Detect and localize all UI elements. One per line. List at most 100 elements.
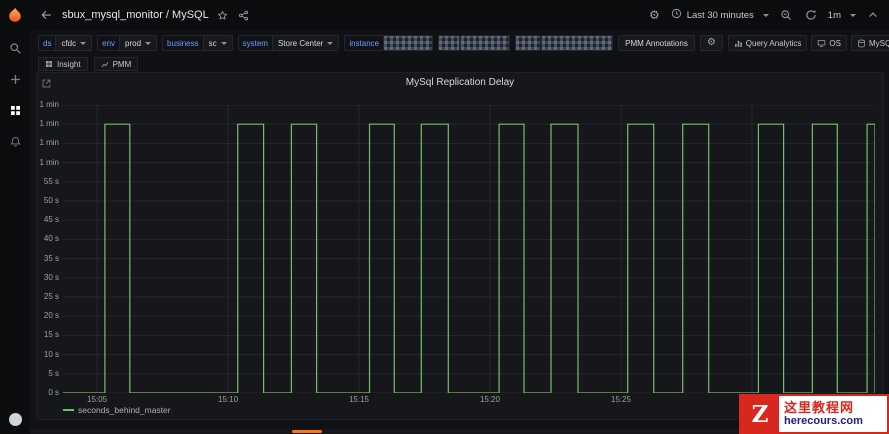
refresh-icon[interactable]: [803, 7, 819, 23]
analytics-icon: [734, 39, 743, 48]
grafana-logo[interactable]: [5, 6, 25, 26]
variable-label: system: [237, 35, 272, 51]
dashboard-link-pmm[interactable]: PMM: [93, 57, 139, 71]
dashboard-link-label: PMM: [112, 59, 132, 69]
refresh-interval-label: 1m: [827, 9, 841, 21]
watermark-logo: Z: [741, 396, 779, 432]
gear-icon: ⚙: [706, 37, 716, 48]
share-icon[interactable]: [236, 8, 251, 23]
annotations-settings-button[interactable]: ⚙: [699, 35, 723, 51]
pmm-annotations-button[interactable]: PMM Annotations: [618, 35, 695, 51]
alerting-bell-icon[interactable]: [4, 132, 26, 150]
dashboard-link-insight[interactable]: Insight: [38, 57, 88, 71]
watermark-logo-letter: Z: [751, 400, 769, 428]
scrollbar-thumb[interactable]: [292, 430, 322, 433]
y-axis-tick-label: 20 s: [43, 311, 59, 321]
dashboard-link-label: Insight: [57, 59, 81, 69]
zoom-out-icon[interactable]: [778, 7, 794, 23]
variable-instance: instance: [344, 35, 434, 51]
panel-title[interactable]: MySql Replication Delay: [37, 77, 883, 88]
variable-ds: ds cfdc: [38, 35, 93, 51]
x-axis-tick-label: 15:15: [348, 395, 369, 404]
variable-value-dropdown[interactable]: sc: [202, 35, 233, 51]
time-range-label: Last 30 minutes: [686, 9, 754, 21]
dashboard-title[interactable]: sbux_mysql_monitor / MySQL: [62, 9, 209, 21]
y-axis-tick-label: 5 s: [48, 368, 59, 378]
y-axis-tick-label: 0 s: [48, 388, 59, 397]
gear-icon: ⚙: [648, 8, 660, 22]
grafana-dashboard-page: sbux_mysql_monitor / MySQL ⚙ Last 30 min…: [0, 0, 889, 434]
y-axis-tick-label: 40 s: [43, 234, 59, 244]
dashboard-settings-gear-icon[interactable]: ⚙: [647, 7, 662, 23]
chevron-down-icon: [145, 41, 152, 45]
legend-series-name[interactable]: seconds_behind_master: [78, 405, 171, 415]
quick-link-mysql[interactable]: MySQL: [850, 35, 889, 51]
variable-label: business: [162, 35, 203, 51]
sidebar: [0, 0, 30, 434]
variable-value-dropdown[interactable]: [383, 35, 434, 51]
variable-label: [438, 35, 461, 51]
variable-redacted: [438, 35, 511, 51]
y-axis-tick-label: 25 s: [43, 292, 59, 301]
variable-value-dropdown[interactable]: Store Center: [271, 35, 340, 51]
variable-value-dropdown[interactable]: cfdc: [55, 35, 93, 51]
y-axis-tick-label: 35 s: [43, 253, 59, 263]
variable-value-dropdown[interactable]: prod: [119, 35, 158, 51]
user-avatar[interactable]: [4, 410, 26, 428]
variable-redacted: [515, 35, 614, 51]
watermark-site-text: herecours.com: [784, 415, 863, 427]
quick-link-query-analytics[interactable]: Query Analytics: [727, 35, 808, 51]
y-axis-tick-label: 30 s: [43, 272, 59, 282]
back-arrow-button[interactable]: [38, 7, 54, 23]
x-axis-tick-label: 15:25: [610, 395, 631, 404]
x-axis-tick-label: 15:05: [87, 395, 108, 404]
time-range-picker[interactable]: Last 30 minutes: [671, 8, 769, 22]
pmm-annotations-label: PMM Annotations: [625, 38, 688, 48]
y-axis-tick-label: 1 min: [39, 138, 59, 148]
variable-label: instance: [344, 35, 384, 51]
variable-system: system Store Center: [237, 35, 340, 51]
chevron-down-icon: [762, 13, 769, 17]
grid-icon: [45, 60, 53, 68]
chart-plot[interactable]: [63, 105, 875, 393]
variable-value-dropdown[interactable]: [541, 35, 614, 51]
refresh-interval-picker[interactable]: 1m: [828, 10, 856, 21]
variable-label: ds: [38, 35, 56, 51]
quick-links: Query AnalyticsOSMySQLMongoDBHACloud: [727, 35, 889, 51]
x-axis-tick-label: 15:10: [218, 395, 239, 404]
watermark-cn-text: 这里教程网: [784, 400, 855, 415]
quick-link-label: OS: [829, 38, 841, 48]
dashboards-icon[interactable]: [4, 101, 26, 119]
topnav-right-controls: ⚙ Last 30 minutes 1m: [647, 7, 881, 23]
clock-icon: [671, 8, 682, 22]
variable-label: env: [97, 35, 120, 51]
os-icon: [817, 39, 826, 48]
y-axis-tick-label: 55 s: [43, 176, 59, 186]
legend-color-marker: [63, 409, 74, 411]
dashboard-links-row: Insight PMM: [30, 56, 889, 72]
chart-icon: [101, 60, 109, 68]
chart-legend[interactable]: seconds_behind_master: [63, 405, 171, 415]
y-axis-tick-label: 10 s: [43, 349, 59, 359]
quick-link-label: MySQL: [868, 38, 889, 48]
y-axis-tick-label: 1 min: [39, 119, 59, 129]
variable-env: env prod: [97, 35, 158, 51]
quick-link-os[interactable]: OS: [811, 35, 847, 51]
variable-list: ds cfdc env prod business sc system Store Cente…: [38, 35, 614, 51]
star-icon[interactable]: [215, 8, 230, 23]
watermark: Z 这里教程网 herecours.com: [739, 394, 889, 434]
sidebar-bottom: [4, 397, 26, 428]
search-icon[interactable]: [4, 39, 26, 57]
top-navigation: sbux_mysql_monitor / MySQL ⚙ Last 30 min…: [30, 0, 889, 30]
variable-business: business sc: [162, 35, 233, 51]
y-axis-tick-label: 50 s: [43, 196, 59, 205]
x-axis-tick-label: 15:20: [479, 395, 500, 404]
chevron-up-icon[interactable]: [865, 7, 881, 23]
y-axis-tick-label: 1 min: [39, 100, 59, 109]
chevron-down-icon: [327, 41, 334, 45]
chevron-down-icon: [80, 41, 87, 45]
chevron-down-icon: [220, 41, 227, 45]
create-plus-icon[interactable]: [4, 70, 26, 88]
variable-value-dropdown[interactable]: [460, 35, 511, 51]
y-axis-tick-label: 45 s: [43, 215, 59, 225]
